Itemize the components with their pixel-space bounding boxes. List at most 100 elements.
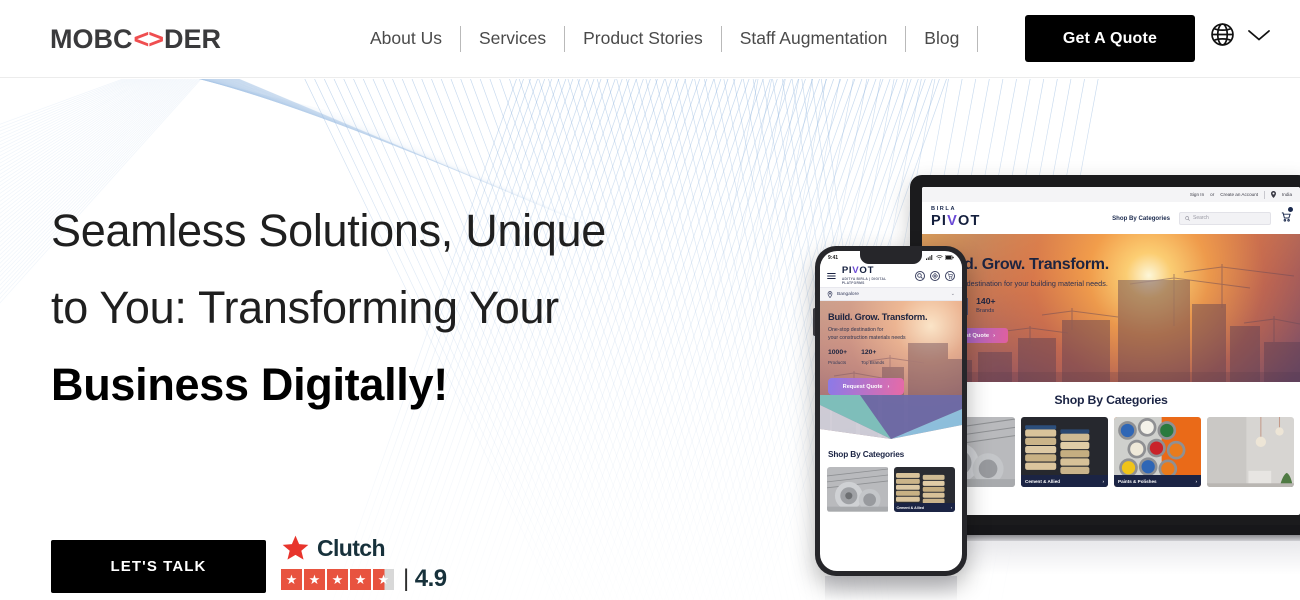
- globe-icon: [1211, 23, 1234, 46]
- brand-logo[interactable]: MOBC <> DER: [50, 26, 221, 53]
- hero-page: MOBC <> DER About Us Services Product St…: [0, 0, 1300, 600]
- rating-star-5: ★: [373, 568, 394, 590]
- signal-icon: [926, 255, 933, 260]
- laptop-category-caption-text: Paints & Polishes: [1118, 478, 1157, 484]
- rating-star-4: ★: [350, 568, 371, 590]
- laptop-header: BIRLA PIVOT Shop By Categories Search: [922, 202, 1300, 234]
- phone-hero-banner: Build. Grow. Transform. One-stop destina…: [820, 301, 962, 441]
- laptop-utility-divider: [1264, 190, 1266, 199]
- hamburger-icon[interactable]: [827, 272, 836, 280]
- phone-pivot-logo[interactable]: PIVOT ADITYA BIRLA | DIGITAL PLATFORMS: [842, 266, 909, 285]
- phone-category-card-steel[interactable]: [827, 467, 889, 512]
- phone-mockup: 9:41 PIVOT ADITYA BIRLA | DIGITAL PLATFO…: [815, 246, 967, 600]
- clutch-rating-badge[interactable]: Clutch ★ ★ ★ ★ ★ | 4.9: [281, 534, 447, 593]
- laptop-shop-by-categories[interactable]: Shop By Categories: [1112, 215, 1170, 222]
- phone-categories-grid: Cement & Allied ›: [820, 459, 962, 512]
- phone-location-bar[interactable]: Bangalore ⌄: [820, 287, 962, 301]
- laptop-categories-grid: Cement & Allied › Paints & Polishes ›: [922, 407, 1300, 487]
- nav-item-product-stories[interactable]: Product Stories: [565, 30, 721, 48]
- laptop-nav: Shop By Categories Search: [1112, 207, 1293, 227]
- laptop-frame: Sign In or Create an Account India BIRLA…: [910, 175, 1300, 525]
- phone-reflection: [825, 576, 957, 600]
- phone-category-caption: Cement & Allied ›: [893, 503, 955, 512]
- phone-header: PIVOT ADITYA BIRLA | DIGITAL PLATFORMS: [820, 264, 962, 287]
- chevron-down-icon: ⌄: [950, 291, 955, 297]
- phone-hero-subtitle: One-stop destination for your constructi…: [828, 327, 927, 342]
- laptop-search-input[interactable]: Search: [1179, 211, 1271, 225]
- code-bracket-icon: <>: [133, 24, 165, 54]
- laptop-create-account-link[interactable]: Create an Account: [1220, 192, 1258, 197]
- chevron-right-icon: ›: [1195, 478, 1197, 484]
- laptop-sign-in-link[interactable]: Sign In: [1190, 192, 1204, 197]
- laptop-hero-banner: Build. Grow. Transform. One stop destina…: [922, 234, 1300, 382]
- laptop-cart-button[interactable]: [1280, 207, 1293, 227]
- page-title: Seamless Solutions, Unique to You: Trans…: [51, 192, 711, 423]
- laptop-mockup: Sign In or Create an Account India BIRLA…: [828, 175, 1300, 575]
- main-nav: About Us Services Product Stories Staff …: [352, 0, 979, 78]
- laptop-category-caption: Paints & Polishes ›: [1114, 475, 1201, 487]
- cart-badge: [1288, 207, 1293, 212]
- phone-hero-subtitle-1: One-stop destination for: [828, 327, 884, 334]
- lets-talk-button[interactable]: LET'S TALK: [51, 540, 266, 593]
- phone-request-quote-label: Request Quote: [842, 383, 883, 390]
- nav-item-blog[interactable]: Blog: [906, 30, 977, 48]
- phone-pivot-subtext: ADITYA BIRLA | DIGITAL PLATFORMS: [841, 277, 887, 286]
- laptop-category-caption-text: Cement & Allied: [1025, 478, 1061, 484]
- star-icon: [282, 535, 309, 560]
- phone-status-icons: [926, 255, 954, 260]
- phone-geometric-graphic: [820, 395, 962, 441]
- cart-icon: [1281, 212, 1291, 222]
- star-rating: ★ ★ ★ ★ ★: [281, 568, 394, 590]
- laptop-category-card-cement[interactable]: Cement & Allied ›: [1021, 417, 1108, 487]
- laptop-stat-brands-number: 140+: [976, 296, 996, 306]
- laptop-category-card-interior[interactable]: [1207, 417, 1294, 487]
- phone-frame: 9:41 PIVOT ADITYA BIRLA | DIGITAL PLATFO…: [815, 246, 967, 576]
- phone-categories-title: Shop By Categories: [828, 449, 905, 459]
- steel-coils-image: [827, 467, 889, 512]
- phone-screen: 9:41 PIVOT ADITYA BIRLA | DIGITAL PLATFO…: [820, 251, 962, 571]
- headline-line-2: to You: Transforming Your: [51, 282, 559, 333]
- chevron-right-icon: ›: [950, 505, 952, 510]
- phone-header-icons: [915, 270, 955, 281]
- laptop-search-placeholder: Search: [1193, 215, 1209, 221]
- search-icon[interactable]: [915, 270, 925, 281]
- phone-stat-products-label: Products: [828, 360, 847, 366]
- search-icon: [1185, 215, 1190, 221]
- pin-icon: [1271, 191, 1277, 198]
- phone-stat-brands-number: 120+: [861, 349, 877, 357]
- battery-icon: [945, 255, 954, 260]
- chevron-right-icon: ›: [887, 383, 890, 390]
- language-selector[interactable]: [1209, 21, 1272, 48]
- nav-item-about-us[interactable]: About Us: [352, 30, 460, 48]
- logo-text-part2: DER: [164, 24, 222, 54]
- phone-stat-brands: 120+ Top Brands: [861, 349, 884, 366]
- nav-item-services[interactable]: Services: [461, 30, 564, 48]
- offer-icon[interactable]: [930, 270, 940, 281]
- phone-pivot-text: PIVOT: [841, 264, 875, 276]
- laptop-region[interactable]: India: [1282, 192, 1292, 197]
- phone-notch: [860, 251, 922, 264]
- laptop-category-card-paints[interactable]: Paints & Polishes ›: [1114, 417, 1201, 487]
- nav-item-staff-augmentation[interactable]: Staff Augmentation: [722, 30, 906, 48]
- get-a-quote-button[interactable]: Get A Quote: [1025, 15, 1195, 62]
- phone-category-caption-text: Cement & Allied: [896, 505, 924, 510]
- phone-hero-title: Build. Grow. Transform.: [828, 312, 928, 322]
- phone-category-card-cement[interactable]: Cement & Allied ›: [893, 467, 955, 512]
- phone-hero-copy: Build. Grow. Transform. One-stop destina…: [828, 312, 928, 396]
- rating-star-3: ★: [327, 568, 348, 590]
- rating-divider: |: [403, 565, 409, 592]
- phone-request-quote-button[interactable]: Request Quote ›: [828, 378, 904, 396]
- nav-divider: [977, 26, 979, 52]
- chevron-right-icon: ›: [1102, 478, 1104, 484]
- phone-hero-subtitle-2: your construction materials needs: [828, 334, 906, 341]
- rating-value: 4.9: [414, 565, 447, 592]
- cart-icon[interactable]: [945, 270, 955, 281]
- laptop-stat-divider: [967, 298, 969, 315]
- laptop-categories-title: Shop By Categories: [1054, 393, 1168, 407]
- birla-pivot-logo[interactable]: BIRLA PIVOT: [931, 207, 981, 228]
- laptop-stat-brands-label: Brands: [976, 307, 995, 314]
- wifi-icon: [935, 255, 943, 260]
- headline-line-3: Business Digitally!: [51, 359, 448, 410]
- clutch-logo: Clutch: [281, 534, 441, 562]
- interior-lighting-image: [1207, 417, 1294, 487]
